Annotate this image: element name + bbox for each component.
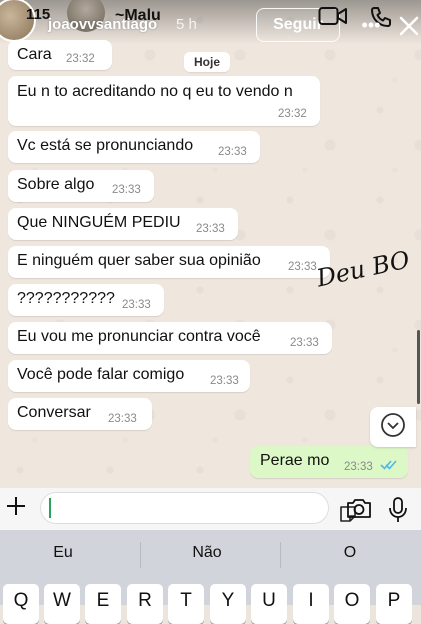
message-text: Eu n to acreditando no q eu to vendo n — [17, 83, 293, 100]
key-p[interactable]: P — [376, 584, 412, 624]
message-bubble[interactable]: Conversar 23:33 — [8, 398, 152, 430]
scroll-to-bottom-button[interactable] — [370, 407, 416, 447]
key-r[interactable]: R — [127, 584, 163, 624]
key-w[interactable]: W — [44, 584, 80, 624]
message-text: ??????????? — [17, 290, 115, 307]
message-bubble[interactable]: Vc está se pronunciando 23:33 — [8, 131, 260, 163]
message-text: Cara — [17, 46, 52, 63]
close-icon[interactable] — [398, 14, 420, 38]
message-bubble[interactable]: Eu n to acreditando no q eu to vendo n 2… — [8, 76, 320, 126]
message-text: Perae mo — [260, 452, 330, 469]
message-bubble[interactable]: ??????????? 23:33 — [8, 284, 164, 316]
suggestion-divider — [280, 542, 281, 568]
unread-count: 115 — [26, 6, 51, 23]
on-screen-keyboard: Eu Não O Q W E R T Y U I O P — [0, 530, 421, 624]
scrollbar[interactable] — [417, 330, 420, 404]
story-username[interactable]: joaovvsantiago — [48, 16, 157, 33]
plus-icon[interactable] — [4, 494, 28, 520]
message-text: Você pode falar comigo — [17, 366, 185, 383]
message-time: 23:33 — [210, 375, 239, 387]
message-time: 23:33 — [122, 299, 151, 311]
video-call-icon[interactable] — [318, 4, 348, 28]
microphone-icon[interactable] — [388, 496, 408, 524]
chevron-down-icon — [380, 412, 406, 443]
message-bubble[interactable]: Você pode falar comigo 23:33 — [8, 360, 250, 392]
read-receipt-icon — [380, 458, 398, 476]
message-text: Vc está se pronunciando — [17, 137, 194, 154]
message-text: Conversar — [17, 404, 91, 421]
date-separator: Hoje — [184, 52, 230, 72]
message-time: 23:33 — [196, 223, 225, 235]
text-caret — [49, 498, 51, 518]
message-text: Eu vou me pronunciar contra você — [17, 328, 261, 345]
message-input[interactable] — [40, 492, 356, 524]
message-bubble[interactable]: Que NINGUÉM PEDIU 23:33 — [8, 208, 238, 240]
key-t[interactable]: T — [168, 584, 204, 624]
message-bubble[interactable]: Eu vou me pronunciar contra você 23:33 — [8, 322, 332, 354]
camera-icon[interactable] — [346, 497, 372, 521]
key-e[interactable]: E — [85, 584, 121, 624]
suggestion-item[interactable]: O — [290, 544, 410, 562]
message-text: Sobre algo — [17, 176, 95, 193]
message-time: 23:33 — [288, 261, 317, 273]
message-bubble[interactable]: Sobre algo 23:33 — [8, 170, 154, 202]
key-q[interactable]: Q — [3, 584, 39, 624]
message-text: E ninguém quer saber sua opinião — [17, 252, 261, 269]
more-options-icon[interactable]: ••• — [356, 15, 386, 35]
key-o[interactable]: O — [334, 584, 370, 624]
message-composer — [0, 488, 421, 530]
message-time: 23:33 — [218, 146, 247, 158]
suggestion-bar: Eu Não O — [0, 530, 421, 580]
message-time: 23:33 — [108, 413, 137, 425]
message-time: 23:33 — [112, 184, 141, 196]
story-time-ago: 5 h — [176, 16, 197, 33]
story-header: 115 ~Malu joaovvsantiago 5 h Seguir ••• — [0, 0, 421, 44]
message-bubble[interactable]: Cara 23:32 — [8, 40, 112, 70]
message-time: 23:32 — [278, 108, 307, 120]
suggestion-item[interactable]: Não — [147, 544, 267, 562]
suggestion-divider — [140, 542, 141, 568]
message-bubble[interactable]: E ninguém quer saber sua opinião 23:33 — [8, 246, 330, 278]
message-time: 23:32 — [66, 53, 95, 65]
key-u[interactable]: U — [251, 584, 287, 624]
suggestion-item[interactable]: Eu — [3, 544, 123, 562]
outgoing-message-bubble[interactable]: Perae mo 23:33 — [250, 446, 408, 478]
message-time: 23:33 — [290, 337, 319, 349]
message-text: Que NINGUÉM PEDIU — [17, 214, 181, 231]
message-time: 23:33 — [344, 461, 373, 473]
key-i[interactable]: I — [293, 584, 329, 624]
key-y[interactable]: Y — [210, 584, 246, 624]
